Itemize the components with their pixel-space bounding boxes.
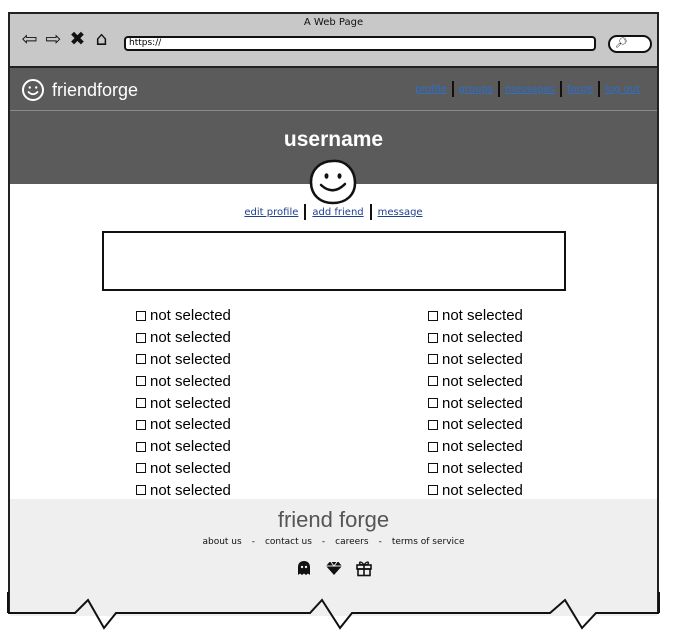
checkbox[interactable] [136,398,146,409]
footer-about-link[interactable]: about us [202,537,241,547]
checkbox-label: not selected [442,459,523,477]
checkbox[interactable] [428,419,438,430]
checkbox-label: not selected [442,481,523,499]
checklist-left: not selected not selected not selected n… [136,305,231,501]
checkbox-label: not selected [442,438,523,456]
profile-username: username [283,128,384,151]
back-arrow-icon[interactable]: ⇦ [20,28,39,50]
checkbox-item[interactable]: not selected [428,327,523,349]
gift-icon[interactable] [355,559,373,577]
checkbox[interactable] [136,441,146,452]
checkbox-label: not selected [150,481,231,499]
checkbox[interactable] [136,485,146,496]
ghost-icon[interactable] [295,559,313,577]
profile-bio-box[interactable] [102,231,566,291]
checkbox-item[interactable]: not selected [428,370,523,392]
checkbox[interactable] [428,398,438,409]
nav-logout-link[interactable]: log out [600,84,645,95]
checkbox[interactable] [136,332,146,343]
checkbox-item[interactable]: not selected [136,327,231,349]
smiley-avatar-icon [309,159,357,205]
forward-arrow-icon[interactable]: ⇨ [44,28,63,50]
profile-actions: edit profile add friend message [10,204,657,220]
checkbox-label: not selected [442,372,523,390]
footer-separator: - [321,537,326,547]
torn-page-edge [7,592,660,630]
nav-profile-link[interactable]: profile [410,84,452,95]
checkbox[interactable] [428,485,438,496]
checkbox[interactable] [428,332,438,343]
checkbox[interactable] [428,310,438,321]
checkbox-label: not selected [442,329,523,347]
window-title: A Web Page [303,17,364,28]
checkbox-item[interactable]: not selected [136,479,231,501]
checkbox[interactable] [428,354,438,365]
checkbox-label: not selected [150,416,231,434]
checkbox-label: not selected [150,307,231,325]
footer-careers-link[interactable]: careers [335,537,368,547]
message-link[interactable]: message [372,207,429,218]
smiley-icon [22,79,44,101]
checkbox[interactable] [428,376,438,387]
checkbox-label: not selected [442,394,523,412]
checkbox-item[interactable]: not selected [136,392,231,414]
header-divider [10,110,657,111]
checkbox-item[interactable]: not selected [428,305,523,327]
checkbox-item[interactable]: not selected [428,458,523,480]
checkbox[interactable] [136,376,146,387]
checkbox-item[interactable]: not selected [136,436,231,458]
footer-separator: - [378,537,382,547]
home-icon[interactable]: ⌂ [92,28,111,50]
checkbox[interactable] [136,354,146,365]
close-icon[interactable]: ✖ [68,28,87,50]
browser-chrome: A Web Page ⇦ ⇨ ✖ ⌂ https:// 🔎︎ [10,14,657,68]
edit-profile-link[interactable]: edit profile [238,207,304,218]
add-friend-link[interactable]: add friend [306,207,369,218]
checkbox-item[interactable]: not selected [428,436,523,458]
footer-separator: - [251,537,255,547]
footer-contact-link[interactable]: contact us [265,537,312,547]
checkbox-label: not selected [442,416,523,434]
checkbox-item[interactable]: not selected [136,349,231,371]
checkbox-label: not selected [150,350,231,368]
nav-messages-link[interactable]: messages [500,84,560,95]
checkbox-label: not selected [150,329,231,347]
checkbox-item[interactable]: not selected [136,370,231,392]
footer-title: friend forge [277,507,390,532]
search-button[interactable]: 🔎︎ [608,35,652,53]
checkbox-item[interactable]: not selected [136,458,231,480]
checkbox[interactable] [136,310,146,321]
top-nav: profile groups messages forge log out [410,81,645,97]
checkbox-item[interactable]: not selected [428,414,523,436]
browser-nav: ⇦ ⇨ ✖ ⌂ [20,28,111,50]
checkbox-item[interactable]: not selected [428,349,523,371]
nav-forge-link[interactable]: forge [562,84,598,95]
checkbox-label: not selected [150,438,231,456]
checkbox-item[interactable]: not selected [136,414,231,436]
checkbox-item[interactable]: not selected [428,479,523,501]
nav-groups-link[interactable]: groups [454,84,498,95]
brand[interactable]: friendforge [21,78,138,102]
browser-window: A Web Page ⇦ ⇨ ✖ ⌂ https:// 🔎︎ friendfor… [8,12,659,616]
social-icons [10,559,657,577]
magnifier-icon: 🔎︎ [615,38,628,49]
footer-links: about us - contact us - careers - terms … [10,537,657,547]
checkbox[interactable] [136,419,146,430]
checkbox[interactable] [428,441,438,452]
url-bar[interactable]: https:// [124,36,596,51]
checkbox-label: not selected [442,307,523,325]
checkbox[interactable] [428,463,438,474]
checkbox-label: not selected [442,350,523,368]
footer-terms-link[interactable]: terms of service [392,537,465,547]
checkbox-label: not selected [150,459,231,477]
diamond-icon[interactable] [325,559,343,577]
checkbox-label: not selected [150,394,231,412]
checkbox-item[interactable]: not selected [136,305,231,327]
brand-name: friendforge [52,79,139,100]
checkbox-label: not selected [150,372,231,390]
checkbox-item[interactable]: not selected [428,392,523,414]
checkbox[interactable] [136,463,146,474]
checklist-right: not selected not selected not selected n… [428,305,523,501]
